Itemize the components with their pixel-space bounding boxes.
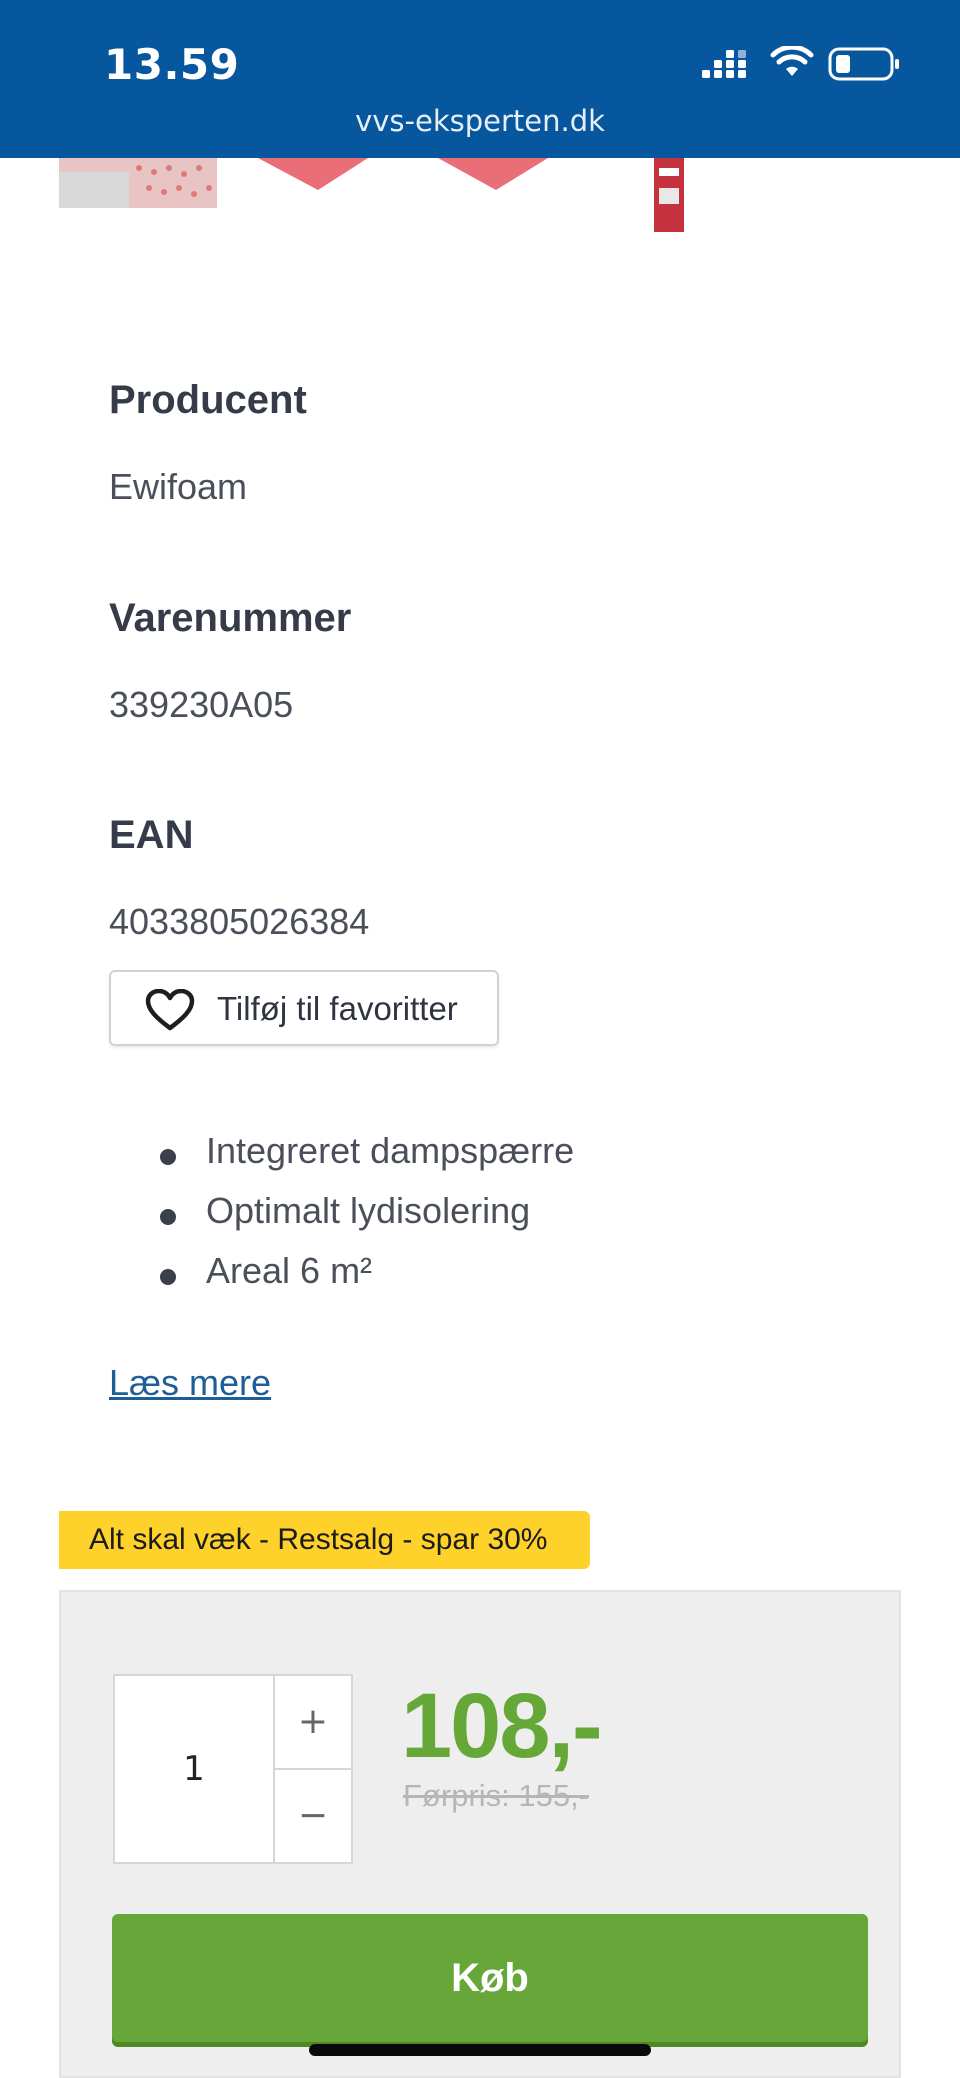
buy-button[interactable]: Køb (112, 1914, 868, 2042)
thumbnail-1[interactable] (59, 158, 217, 208)
decrease-quantity-button[interactable]: − (275, 1770, 351, 1862)
signal-icon (702, 50, 746, 78)
bullet-dot (160, 1209, 176, 1225)
current-price: 108,- (401, 1675, 603, 1777)
quantity-input[interactable]: 1 (115, 1676, 275, 1862)
add-to-favorites-label: Tilføj til favoritter (217, 990, 458, 1027)
list-item: Optimalt lydisolering (160, 1190, 574, 1250)
manufacturer-label: Producent (109, 378, 307, 422)
manufacturer-value: Ewifoam (109, 466, 248, 507)
feature-text: Optimalt lydisolering (206, 1190, 531, 1231)
bullet-dot (160, 1149, 176, 1165)
clock: 13.59 (104, 40, 240, 89)
status-bar: 13.59 vvs-eksperten.dk (0, 0, 960, 158)
thumbnail-2[interactable] (258, 158, 368, 192)
battery-icon (828, 47, 899, 81)
add-to-favorites-button[interactable]: Tilføj til favoritter (109, 970, 499, 1046)
quantity-stepper: 1 + − (113, 1674, 353, 1864)
promo-badge: Alt skal væk - Restsalg - spar 30% (59, 1511, 590, 1569)
thumbnail-3[interactable] (438, 158, 548, 192)
home-indicator (309, 2044, 651, 2056)
heart-icon (145, 989, 195, 1031)
increase-quantity-button[interactable]: + (275, 1676, 351, 1770)
feature-text: Areal 6 m² (206, 1250, 373, 1291)
list-item: Areal 6 m² (160, 1250, 574, 1310)
bullet-dot (160, 1269, 176, 1285)
wifi-icon (770, 46, 814, 76)
feature-list: Integreret dampspærre Optimalt lydisoler… (160, 1130, 574, 1310)
item-number-value: 339230A05 (109, 684, 294, 725)
address-bar-url[interactable]: vvs-eksperten.dk (0, 104, 960, 138)
image-thumbnails (0, 158, 960, 238)
thumbnail-4[interactable] (650, 158, 690, 234)
ean-label: EAN (109, 813, 194, 857)
ean-value: 4033805026384 (109, 901, 370, 942)
promo-badge-text: Alt skal væk - Restsalg - spar 30% (89, 1523, 548, 1556)
feature-text: Integreret dampspærre (206, 1130, 575, 1171)
purchase-panel: 1 + − 108,- Førpris: 155,- Køb (59, 1590, 901, 2078)
read-more-link[interactable]: Læs mere (109, 1362, 271, 1404)
item-number-label: Varenummer (109, 596, 352, 640)
old-price: Førpris: 155,- (403, 1778, 590, 1813)
list-item: Integreret dampspærre (160, 1130, 574, 1190)
